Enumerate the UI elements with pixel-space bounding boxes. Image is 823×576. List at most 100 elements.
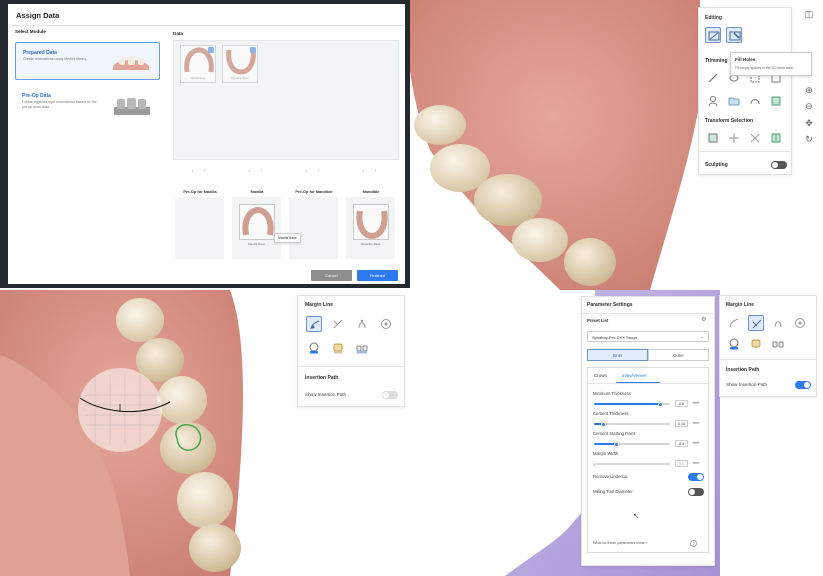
clock-tooth-icon: [309, 342, 319, 354]
move-arrows-icon[interactable]: ↓ ↑: [305, 168, 323, 174]
margin-edit-button[interactable]: [748, 315, 764, 331]
param-slider[interactable]: [594, 421, 670, 427]
trim-brush-button[interactable]: [705, 70, 721, 86]
margin-auto-icon: [358, 319, 366, 329]
margin-draw-button[interactable]: [726, 315, 742, 331]
folder-icon: [728, 97, 740, 106]
tab-inlay-veneer[interactable]: Inlay/Veneer: [622, 373, 647, 378]
help-icon[interactable]: ?: [690, 540, 697, 547]
param-value-input: 0.1: [675, 460, 688, 467]
trim-tool-button[interactable]: [768, 93, 784, 109]
sculpting-toggle[interactable]: [771, 161, 787, 169]
segment-outer[interactable]: Outer: [648, 349, 709, 361]
module-pre-op-data[interactable]: Pre-Op Data Create eggshell-type restora…: [15, 86, 160, 124]
show-insertion-path-label: Show Insertion Path: [305, 392, 347, 397]
preset-value: Spiralray-Pro-DXX Tough: [592, 335, 637, 340]
milling-tool-toggle[interactable]: [688, 488, 704, 496]
margin-edit-button[interactable]: [330, 316, 346, 332]
param-value-input[interactable]: 0.6: [675, 400, 688, 407]
segment-inner[interactable]: Inner: [587, 349, 648, 361]
crown-icon: [751, 339, 761, 348]
param-value-input[interactable]: 0.4: [675, 440, 688, 447]
scale-icon: [750, 133, 760, 143]
trim-tool-button[interactable]: [705, 93, 721, 109]
margin-tool-button[interactable]: [330, 340, 346, 356]
tab-crown[interactable]: Crown: [594, 373, 607, 378]
tooltip-desc: Fill empty spaces in the 3D mesh data.: [735, 66, 794, 70]
checkbox-icon[interactable]: [208, 47, 214, 53]
slot-pre-op-mandible[interactable]: [289, 197, 338, 259]
fill-holes-button[interactable]: [726, 27, 742, 43]
module-desc: Create restorations using Medit's librar…: [23, 57, 87, 61]
transform-button[interactable]: [747, 130, 763, 146]
show-insertion-path-toggle[interactable]: [382, 391, 398, 399]
panel-divider: [720, 359, 816, 360]
data-drop-area[interactable]: Maxilla Base Mandible Base: [173, 40, 399, 160]
param-slider[interactable]: [594, 401, 670, 407]
margin-tool-button[interactable]: [748, 336, 764, 352]
trim-tool-button[interactable]: [726, 93, 742, 109]
data-thumbnail[interactable]: Mandible Base: [222, 45, 258, 83]
remove-undercut-toggle[interactable]: [688, 473, 704, 481]
trim-tool-button[interactable]: [747, 93, 763, 109]
tooth-icon[interactable]: ◫: [802, 9, 816, 20]
trimming-label: Trimming: [705, 58, 728, 64]
milling-tool-label: Milling Tool Diameter: [593, 489, 633, 494]
help-link[interactable]: What do these parameters mean?: [593, 541, 647, 545]
margin-tool-button[interactable]: [770, 336, 786, 352]
pan-icon[interactable]: ✥: [802, 118, 816, 129]
margin-auto-button[interactable]: [770, 315, 786, 331]
rotate-icon[interactable]: ↻: [802, 134, 816, 145]
editing-panel: Editing Trimming Transform Selection Scu…: [698, 7, 792, 175]
cursor-icon: ↖: [633, 513, 639, 520]
margin-tool-button[interactable]: [726, 336, 742, 352]
sculpting-label: Sculpting: [705, 162, 728, 168]
checkbox-icon[interactable]: [250, 47, 256, 53]
param-unit: mm: [693, 421, 700, 425]
preset-list-label: Preset List: [587, 318, 609, 323]
param-label: Cement Starting Point: [593, 431, 636, 436]
finished-button[interactable]: Finished: [357, 270, 398, 281]
slot-thumbnail[interactable]: [239, 204, 275, 240]
margin-line-title: Margin Line: [305, 302, 334, 308]
slot-pre-op-maxilla[interactable]: [175, 197, 224, 259]
param-slider[interactable]: [594, 441, 670, 447]
move-arrows-icon[interactable]: ↓ ↑: [248, 168, 266, 174]
margin-tool-button[interactable]: [306, 340, 322, 356]
transform-button[interactable]: [726, 130, 742, 146]
move-arrows-icon[interactable]: ↓ ↑: [191, 168, 209, 174]
show-insertion-path-toggle[interactable]: [795, 381, 811, 389]
margin-view-button[interactable]: [792, 315, 808, 331]
slider-handle[interactable]: [658, 401, 664, 407]
slot-mandible[interactable]: Mandible Base: [346, 197, 395, 259]
slider-handle[interactable]: [600, 421, 606, 427]
data-label: Data: [173, 31, 183, 36]
zoom-out-icon[interactable]: ⊖: [802, 101, 816, 112]
insertion-path-title: Insertion Path: [726, 367, 760, 373]
zoom-in-icon[interactable]: ⊕: [802, 85, 816, 96]
gear-icon[interactable]: ⚙: [701, 316, 706, 323]
transform-button[interactable]: [768, 130, 784, 146]
editing-tool-button[interactable]: [705, 27, 721, 43]
slot-maxilla[interactable]: Maxilla Base: [232, 197, 281, 259]
param-value-input[interactable]: 0.15: [675, 420, 688, 427]
margin-auto-button[interactable]: [354, 316, 370, 332]
margin-draw-icon: [310, 320, 320, 330]
thumbnail-caption: Mandible Base: [231, 77, 249, 80]
move-arrows-icon[interactable]: ↓ ↑: [362, 168, 380, 174]
clock-tooth-icon: [729, 338, 739, 350]
data-thumbnail[interactable]: Maxilla Base: [180, 45, 216, 83]
module-desc: Create eggshell-type restorations based …: [22, 100, 97, 109]
transform-button[interactable]: [705, 130, 721, 146]
cancel-button[interactable]: Cancel: [311, 270, 352, 281]
param-label: Cement Thickness: [593, 411, 629, 416]
module-prepared-data[interactable]: Prepared Data Create restorations using …: [15, 42, 160, 80]
slider-handle[interactable]: [614, 441, 620, 447]
slider-fill: [594, 403, 661, 405]
margin-draw-button[interactable]: [306, 316, 322, 332]
preset-dropdown[interactable]: Spiralray-Pro-DXX Tough ⌄: [587, 331, 709, 342]
margin-view-button[interactable]: [378, 316, 394, 332]
margin-tool-button[interactable]: [354, 340, 370, 356]
select-module-label: Select Module: [15, 29, 46, 34]
slot-thumbnail[interactable]: [353, 204, 389, 240]
